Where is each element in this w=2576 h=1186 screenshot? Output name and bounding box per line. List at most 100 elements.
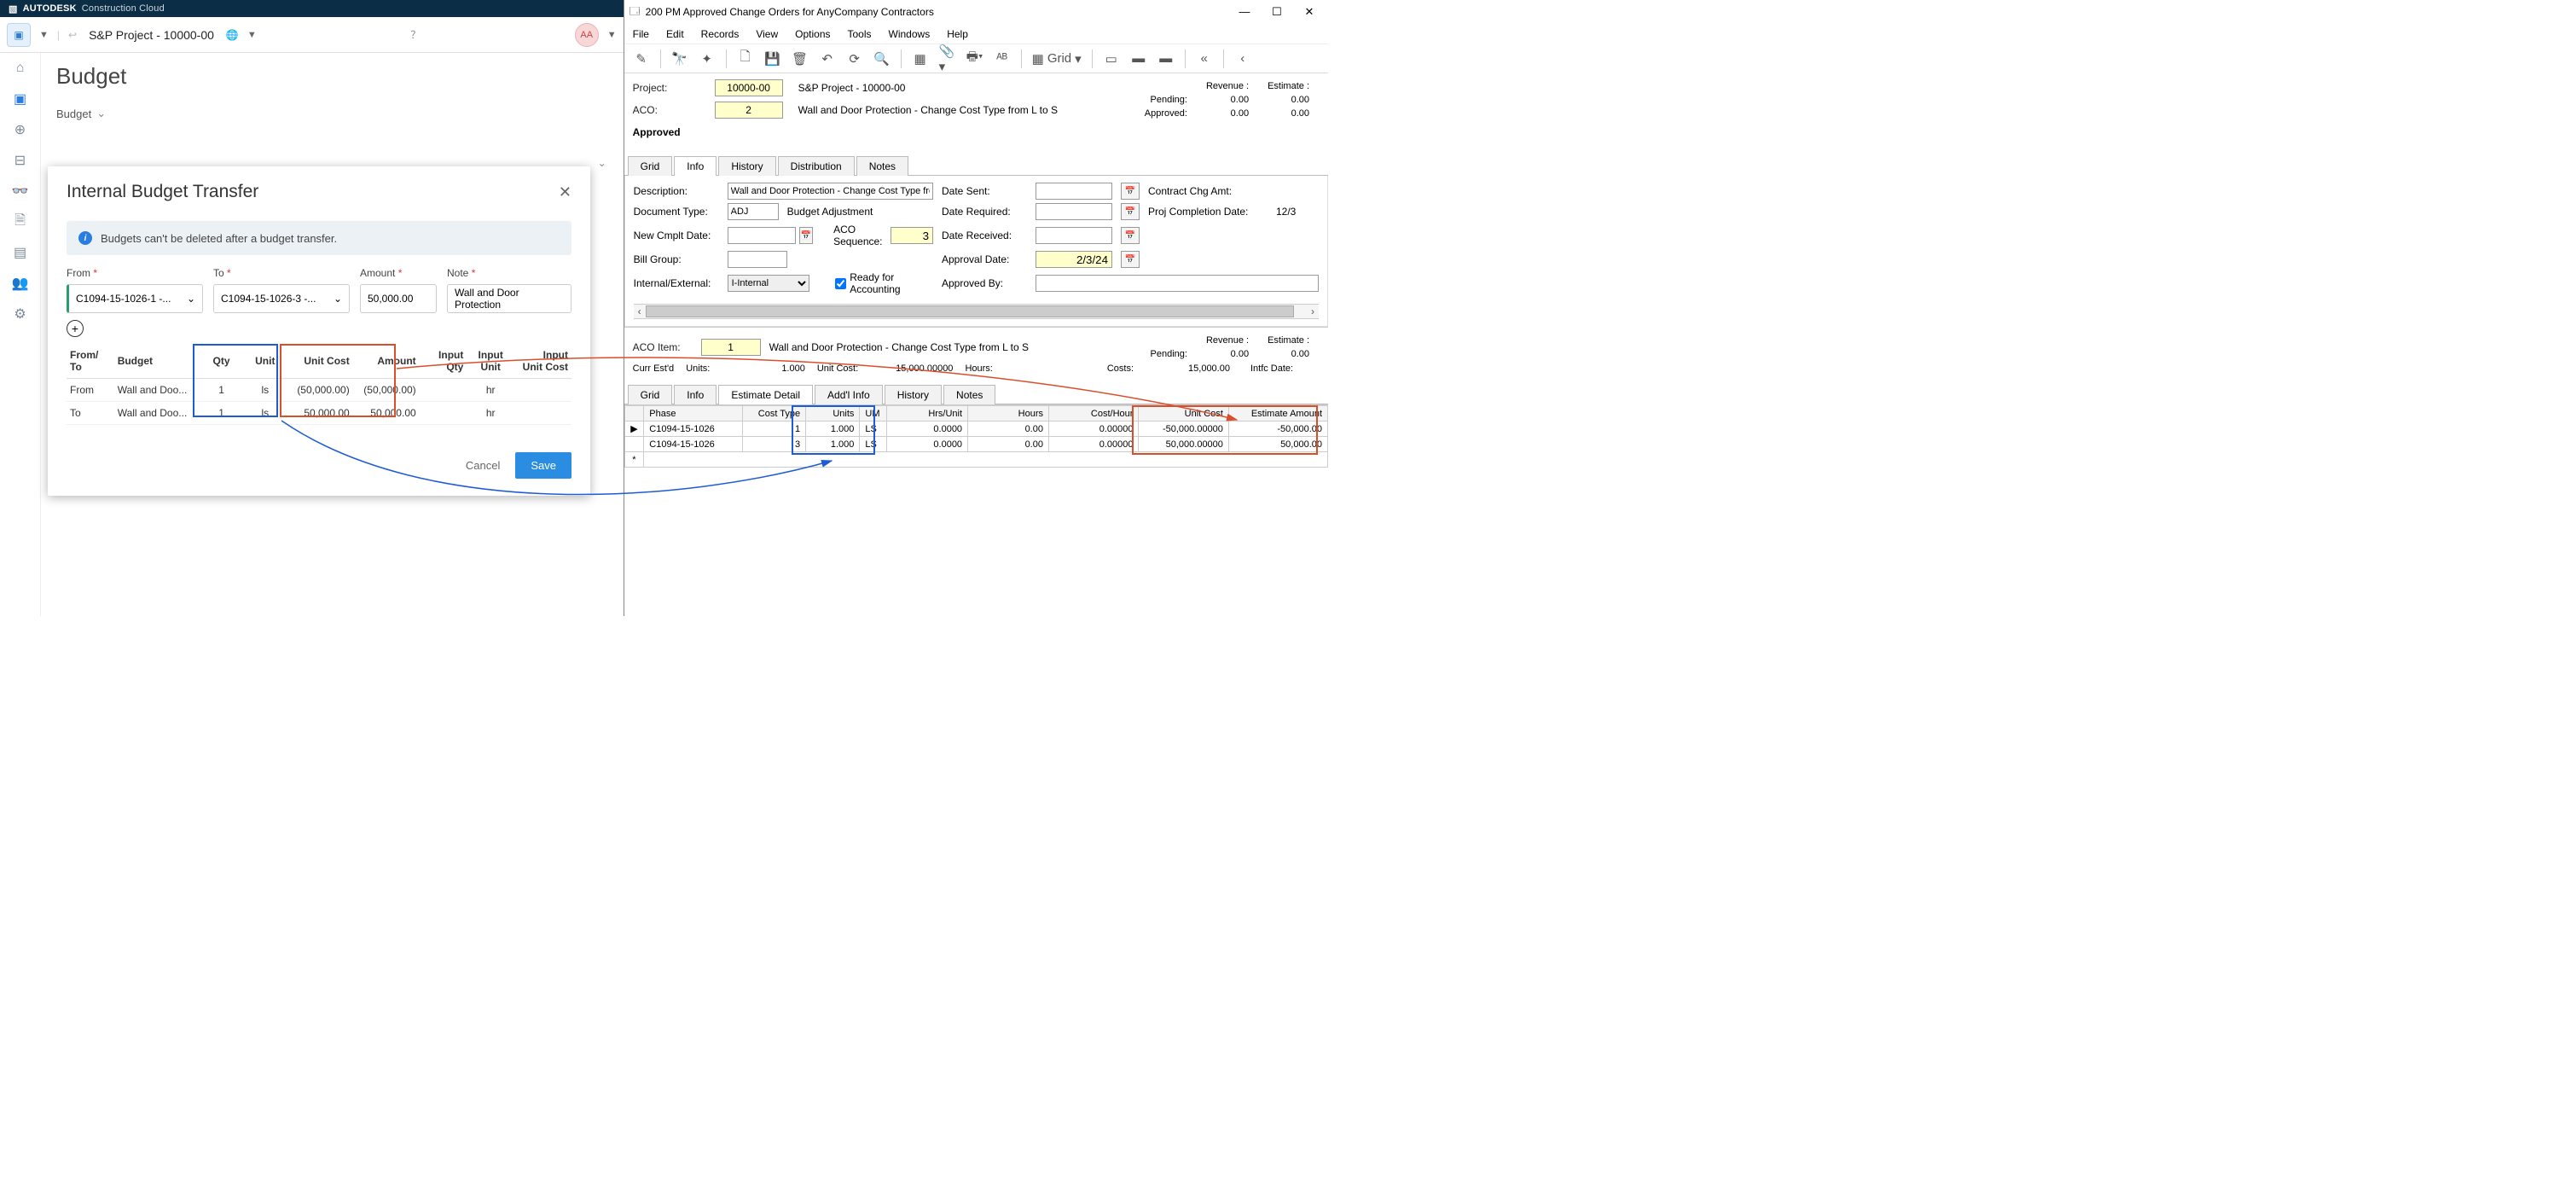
note-input[interactable]: Wall and Door Protection — [447, 284, 571, 313]
menu-help[interactable]: Help — [947, 28, 968, 40]
minimize-icon[interactable]: — — [1238, 5, 1251, 19]
module-icon-1[interactable]: ⊕ — [10, 119, 31, 140]
tab-history[interactable]: History — [718, 156, 775, 176]
uc-val: 15,000.00000 — [896, 363, 953, 374]
module-icon[interactable]: ▣ — [7, 23, 31, 47]
project-name[interactable]: S&P Project - 10000-00 — [89, 28, 214, 42]
home-icon[interactable]: ⌂ — [10, 58, 31, 78]
print-icon[interactable]: 🖶▾ — [966, 50, 983, 67]
help-icon[interactable]: ？ — [410, 27, 421, 42]
tab-grid-b[interactable]: Grid — [628, 385, 673, 404]
budget-icon[interactable]: ▣ — [10, 89, 31, 109]
calendar-icon[interactable]: 📅 — [1121, 183, 1140, 200]
binoculars-icon[interactable]: 👓 — [10, 181, 31, 201]
summary-block: Revenue :Estimate : Pending:0.000.00 App… — [1134, 78, 1320, 145]
window-title: 200 PM Approved Change Orders for AnyCom… — [646, 6, 934, 18]
tab-addl-info[interactable]: Add'l Info — [815, 385, 883, 404]
hscrollbar[interactable]: ‹ › — [634, 304, 1319, 319]
project-input[interactable] — [715, 79, 783, 96]
undo-icon[interactable]: ↶ — [819, 50, 836, 67]
project-caret-icon[interactable]: ▼ — [247, 30, 257, 40]
menu-windows[interactable]: Windows — [889, 28, 931, 40]
avatar-caret-icon[interactable]: ▼ — [607, 30, 617, 40]
desc-input[interactable] — [728, 183, 933, 200]
ncd-input[interactable] — [728, 227, 796, 244]
aco-input[interactable] — [715, 102, 783, 119]
acoitem-input[interactable] — [701, 339, 761, 356]
tab-notes[interactable]: Notes — [856, 156, 908, 176]
more-icon[interactable]: « — [1196, 50, 1213, 67]
report-icon[interactable]: ▤ — [10, 242, 31, 263]
back-icon[interactable]: ↩ — [68, 29, 77, 41]
grid-row[interactable]: ▶ C1094-15-1026 1 1.000 LS 0.0000 0.00 0… — [624, 421, 1327, 437]
grid-row[interactable]: C1094-15-1026 3 1.000 LS 0.0000 0.00 0.0… — [624, 437, 1327, 452]
back-icon[interactable]: ‹ — [1234, 50, 1251, 67]
document-icon[interactable]: 🗎 — [10, 212, 31, 232]
menu-tools[interactable]: Tools — [848, 28, 872, 40]
th-iq: Input Qty — [420, 344, 467, 379]
view3-icon[interactable]: ▬ — [1157, 50, 1175, 67]
tab-info[interactable]: Info — [674, 156, 717, 176]
to-select[interactable]: C1094-15-1026-3 -...⌄ — [213, 284, 350, 313]
tab-distribution[interactable]: Distribution — [778, 156, 855, 176]
close-icon[interactable]: ✕ — [559, 183, 571, 201]
avatar[interactable]: AA — [575, 23, 599, 47]
close-icon[interactable]: ✕ — [1303, 5, 1316, 19]
calendar-icon[interactable]: 📅 — [1121, 251, 1140, 268]
tab-notes-b[interactable]: Notes — [943, 385, 995, 404]
menu-options[interactable]: Options — [795, 28, 830, 40]
tab-grid[interactable]: Grid — [628, 156, 673, 176]
seq-input[interactable] — [891, 227, 933, 244]
spell-icon[interactable]: ᴬᴮ — [994, 50, 1011, 67]
save-button[interactable]: Save — [515, 452, 571, 479]
ie-select[interactable]: I-Internal — [728, 275, 810, 292]
refresh-icon[interactable]: ⟳ — [846, 50, 863, 67]
calendar-icon[interactable]: 📅 — [1121, 203, 1140, 220]
appdate-input[interactable] — [1036, 251, 1112, 268]
module-icon-2[interactable]: ⊟ — [10, 150, 31, 171]
menu-file[interactable]: File — [633, 28, 649, 40]
settings-icon[interactable]: ⚙ — [10, 304, 31, 324]
menu-view[interactable]: View — [756, 28, 778, 40]
bill-input[interactable] — [728, 251, 787, 268]
edit-icon[interactable]: ✎ — [633, 50, 650, 67]
costs-val: 15,000.00 — [1188, 363, 1230, 374]
grid-row-new[interactable]: * — [624, 452, 1327, 468]
menu-edit[interactable]: Edit — [666, 28, 684, 40]
tab-estimate-detail[interactable]: Estimate Detail — [718, 385, 813, 404]
amount-input[interactable]: 50,000.00 — [360, 284, 437, 313]
estimate-detail-grid[interactable]: Phase Cost Type Units UM Hrs/Unit Hours … — [624, 405, 1328, 468]
tab-history-b[interactable]: History — [885, 385, 942, 404]
menu-records[interactable]: Records — [701, 28, 740, 40]
ready-checkbox[interactable]: Ready for Accounting — [835, 271, 933, 295]
from-select[interactable]: C1094-15-1026-1 -...⌄ — [67, 284, 203, 313]
costs-label: Costs: — [1107, 363, 1134, 374]
appby-input[interactable] — [1036, 275, 1319, 292]
calendar-icon[interactable]: 📅 — [1121, 227, 1140, 244]
delete-icon[interactable]: 🗑 — [792, 50, 809, 67]
tab-info-b[interactable]: Info — [674, 385, 717, 404]
attach-icon[interactable]: 📎▾ — [939, 50, 956, 67]
datesent-input[interactable] — [1036, 183, 1112, 200]
maximize-icon[interactable]: ☐ — [1270, 5, 1284, 19]
module-caret-icon[interactable]: ▼ — [39, 30, 49, 40]
globe-icon[interactable]: 🌐 — [226, 29, 239, 41]
datereq-input[interactable] — [1036, 203, 1112, 220]
new-icon[interactable]: 🗋 — [737, 50, 754, 67]
calendar-icon[interactable]: 📅 — [799, 227, 814, 244]
apps-icon[interactable]: ▦ — [912, 50, 929, 67]
search-icon[interactable]: 🔍 — [873, 50, 891, 67]
find-icon[interactable]: 🔭 — [671, 50, 688, 67]
add-row-icon[interactable]: + — [67, 320, 84, 337]
wand-icon[interactable]: ✦ — [699, 50, 716, 67]
grid-button[interactable]: ▦ Grid ▾ — [1032, 50, 1082, 67]
view1-icon[interactable]: ▭ — [1103, 50, 1120, 67]
view2-icon[interactable]: ▬ — [1130, 50, 1147, 67]
breadcrumb[interactable]: Budget⌄ — [56, 107, 608, 120]
daterec-input[interactable] — [1036, 227, 1112, 244]
save-icon[interactable]: 💾 — [764, 50, 781, 67]
members-icon[interactable]: 👥 — [10, 273, 31, 294]
cancel-button[interactable]: Cancel — [466, 452, 500, 479]
doctype-input[interactable] — [728, 203, 779, 220]
hrs-label: Hours: — [965, 363, 992, 374]
